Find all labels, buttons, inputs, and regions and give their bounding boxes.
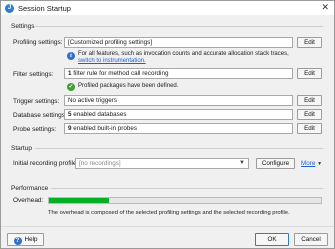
probe-count: 9 (68, 125, 72, 132)
startup-separator (35, 148, 323, 149)
check-icon: ✓ (67, 83, 75, 91)
overhead-progress-bar (48, 197, 322, 204)
initial-recording-label: Initial recording profile: (13, 160, 79, 167)
more-link: More (301, 160, 316, 167)
switch-to-instrumentation-link[interactable]: switch to instrumentation. (78, 58, 146, 64)
help-label: Help (24, 236, 38, 243)
overhead-progress-fill (49, 198, 109, 203)
ok-button[interactable]: OK (255, 233, 289, 246)
probe-edit-button[interactable]: Edit (297, 123, 322, 134)
chevron-down-icon: ▼ (239, 160, 245, 166)
chevron-down-icon: ▼ (317, 161, 323, 167)
probe-settings-field[interactable]: 9 enabled built-in probes (64, 123, 293, 134)
info-icon: i (67, 52, 75, 60)
trigger-settings-label: Trigger settings: (13, 98, 60, 105)
filter-text: filter rule for method call recording (73, 70, 169, 77)
help-button[interactable]: ? Help (7, 233, 44, 246)
session-startup-dialog: J Session Startup ✕ Settings Profiling s… (0, 0, 335, 249)
window-title: Session Startup (18, 4, 71, 13)
database-settings-field[interactable]: 5 enabled databases (64, 109, 293, 120)
profiling-edit-button[interactable]: Edit (297, 37, 322, 48)
trigger-settings-field[interactable]: No active triggers (64, 95, 293, 106)
startup-heading: Startup (11, 145, 32, 152)
footer-separator (1, 226, 334, 227)
profiling-note: For all features, such as invocation cou… (78, 51, 298, 65)
overhead-note: The overhead is composed of the selected… (48, 210, 290, 216)
profiling-note-text: For all features, such as invocation cou… (78, 51, 289, 57)
cancel-button[interactable]: Cancel (294, 233, 328, 246)
close-icon[interactable]: ✕ (321, 2, 329, 13)
help-icon: ? (13, 237, 22, 245)
probe-settings-label: Probe settings: (13, 126, 57, 133)
initial-recording-select[interactable]: [no recordings] ▼ (75, 158, 249, 169)
filter-settings-field[interactable]: 1 filter rule for method call recording (64, 68, 293, 79)
filter-edit-button[interactable]: Edit (297, 68, 322, 79)
overhead-label: Overhead: (13, 197, 44, 204)
initial-recording-value: [no recordings] (79, 160, 121, 167)
settings-separator (35, 26, 323, 27)
performance-separator (51, 188, 323, 189)
filter-settings-label: Filter settings: (13, 71, 54, 78)
filter-count: 1 (68, 70, 72, 77)
probe-text: enabled built-in probes (73, 125, 137, 132)
settings-heading: Settings (11, 23, 35, 30)
configure-button[interactable]: Configure (256, 158, 295, 169)
title-bar: J Session Startup ✕ (1, 1, 334, 15)
database-edit-button[interactable]: Edit (297, 109, 322, 120)
performance-heading: Performance (11, 185, 49, 192)
trigger-edit-button[interactable]: Edit (297, 95, 322, 106)
profiling-settings-field[interactable]: [Customized profiling settings] (64, 37, 293, 48)
database-count: 5 (68, 111, 72, 118)
filter-note: Profiled packages have been defined. (78, 83, 179, 89)
app-icon: J (5, 4, 14, 13)
database-settings-label: Database settings: (13, 112, 67, 119)
profiling-settings-label: Profiling settings: (13, 39, 63, 46)
database-text: enabled databases (73, 111, 127, 118)
more-dropdown[interactable]: More ▼ (301, 160, 322, 167)
